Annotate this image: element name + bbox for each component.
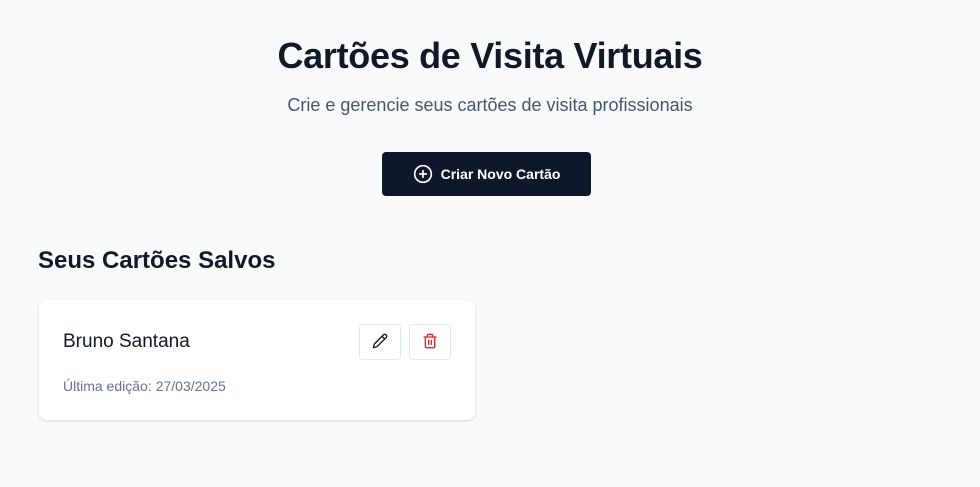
saved-cards-heading: Seus Cartões Salvos bbox=[38, 247, 276, 274]
last-edit-label: Última edição: bbox=[63, 378, 152, 394]
card-last-edited: Última edição: 27/03/2025 bbox=[63, 377, 226, 395]
delete-card-button[interactable] bbox=[409, 324, 451, 360]
page-subtitle: Crie e gerencie seus cartões de visita p… bbox=[287, 95, 693, 115]
saved-card: Bruno Santana Última edição: 27/03/2025 bbox=[39, 300, 475, 420]
last-edit-date: 27/03/2025 bbox=[155, 378, 226, 394]
create-card-label: Criar Novo Cartão bbox=[440, 166, 561, 182]
page: Cartões de Visita Virtuais Crie e gerenc… bbox=[0, 0, 980, 487]
page-title: Cartões de Visita Virtuais bbox=[277, 35, 703, 76]
trash-icon bbox=[422, 333, 438, 352]
edit-card-button[interactable] bbox=[359, 324, 401, 360]
pencil-icon bbox=[372, 333, 388, 352]
page-header: Cartões de Visita Virtuais Crie e gerenc… bbox=[0, 34, 980, 117]
plus-circle-icon bbox=[413, 164, 433, 184]
create-card-button[interactable]: Criar Novo Cartão bbox=[382, 152, 591, 196]
card-name: Bruno Santana bbox=[63, 331, 190, 352]
